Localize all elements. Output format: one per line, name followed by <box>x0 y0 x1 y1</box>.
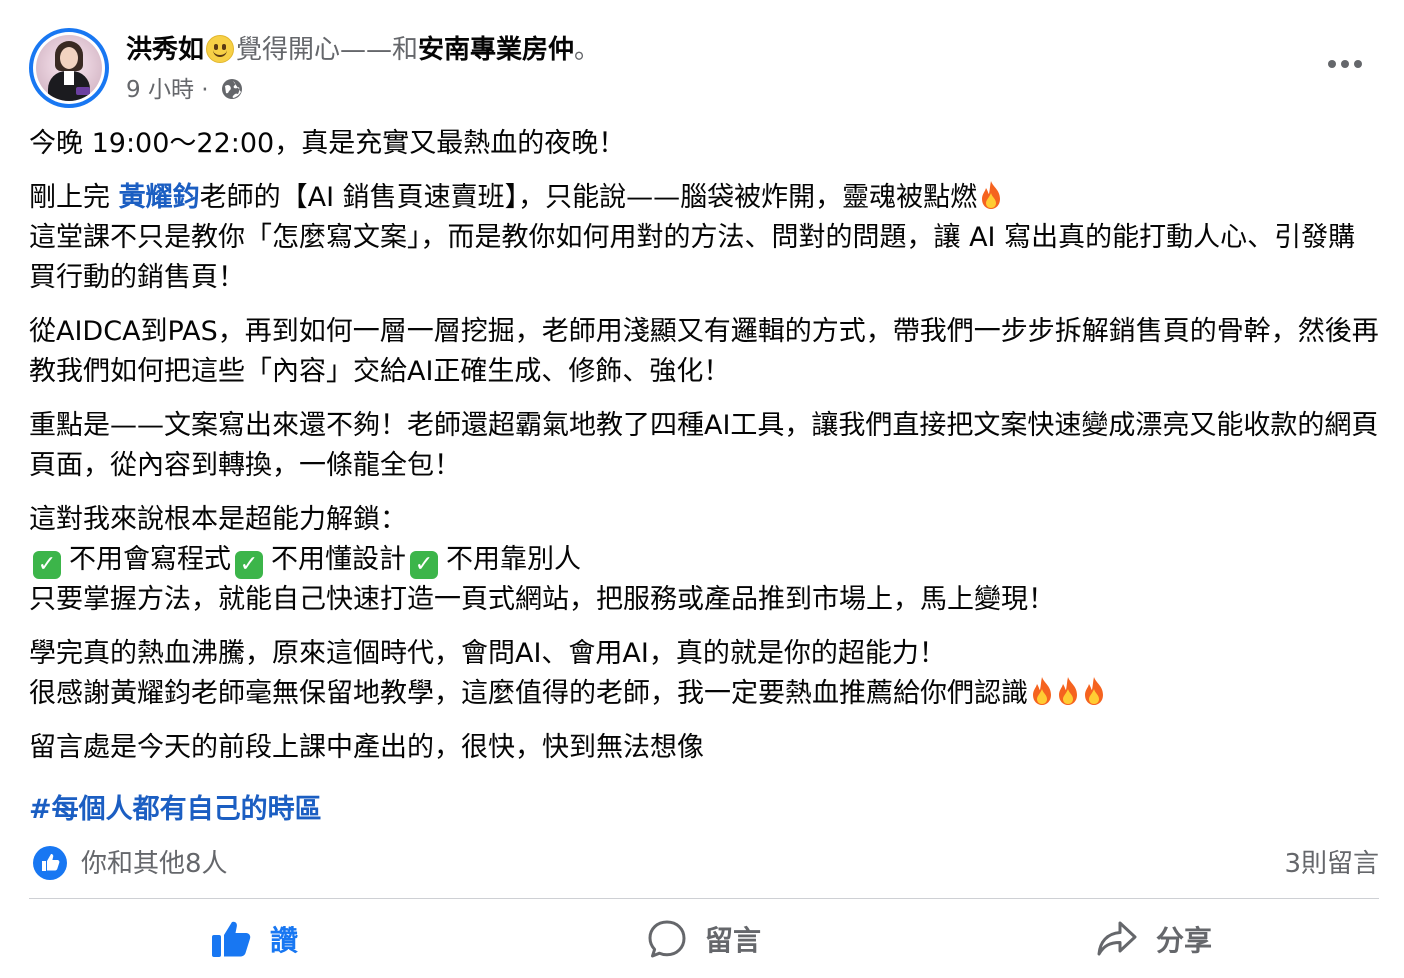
share-icon <box>1097 921 1137 956</box>
p5-line3: 只要掌握方法，就能自己快速打造一頁式網站，把服務或產品推到市場上，馬上變現！ <box>29 584 1055 615</box>
comment-count[interactable]: 3則留言 <box>1284 842 1379 886</box>
action-bar: 讚 留言 分享 <box>29 906 1379 972</box>
p2-text: 老師的【AI 銷售頁速賣班】，只能說——腦袋被炸開，靈魂被點燃 <box>199 182 978 213</box>
p2-prefix: 剛上完 <box>29 182 119 213</box>
share-button[interactable]: 分享 <box>929 906 1379 972</box>
feeling-text: 覺得開心——和 <box>236 35 419 65</box>
post-paragraph-2: 剛上完 黃耀鈞老師的【AI 銷售頁速賣班】，只能說——腦袋被炸開，靈魂被點燃這堂… <box>29 178 1379 298</box>
p5-line1: 這對我來說根本是超能力解鎖： <box>29 504 407 535</box>
like-label: 讚 <box>269 924 298 957</box>
facebook-post: 洪秀如 覺得開心——和安南專業房仲。 9 小時 · 今晚 19:00～22:00，… <box>0 0 1404 978</box>
p6-line1: 學完真的熱血沸騰，原來這個時代，會問AI、會用AI，真的就是你的超能力！ <box>29 638 946 669</box>
header-suffix: 。 <box>574 35 601 65</box>
fire-icon <box>1059 677 1077 705</box>
check-item-1: 不用會寫程式 <box>69 544 231 575</box>
share-label: 分享 <box>1155 924 1212 957</box>
post-paragraph-7: 留言處是今天的前段上課中產出的，很快，快到無法想像 <box>29 732 704 763</box>
check-item-2: 不用懂設計 <box>271 544 406 575</box>
avatar[interactable] <box>29 28 109 108</box>
post-header: 洪秀如 覺得開心——和安南專業房仲。 <box>126 30 600 70</box>
more-icon[interactable] <box>1322 52 1368 76</box>
post-body: 今晚 19:00～22:00，真是充實又最熱血的夜晚！ 剛上完 黃耀鈞老師的【A… <box>29 124 1379 782</box>
like-button[interactable]: 讚 <box>29 906 479 972</box>
fire-icon <box>1085 677 1103 705</box>
fire-icon <box>982 181 1001 209</box>
globe-icon <box>221 79 242 99</box>
tagged-page[interactable]: 安南專業房仲 <box>418 35 574 65</box>
smiley-icon <box>206 35 235 63</box>
divider <box>29 898 1379 899</box>
author-name[interactable]: 洪秀如 <box>126 35 204 65</box>
post-paragraph-6: 學完真的熱血沸騰，原來這個時代，會問AI、會用AI，真的就是你的超能力！ 很感謝黃… <box>29 634 1379 714</box>
avatar-photo <box>36 35 102 101</box>
fire-icon <box>1033 677 1051 705</box>
mention-link[interactable]: 黃耀鈞 <box>119 182 200 213</box>
like-reaction-icon[interactable] <box>33 846 67 880</box>
check-icon: ✓ <box>33 551 61 579</box>
meta-dot: · <box>201 77 209 103</box>
p6-line2: 很感謝黃耀鈞老師毫無保留地教學，這麼值得的老師，我一定要熱血推薦給你們認識 <box>29 678 1028 709</box>
post-paragraph-5: 這對我來說根本是超能力解鎖： ✓ 不用會寫程式 ✓ 不用懂設計 ✓ 不用靠別人 只要掌握方法，… <box>29 500 1379 620</box>
like-icon <box>211 921 251 957</box>
hashtag-link[interactable]: #每個人都有自己的時區 <box>29 790 322 830</box>
reaction-bar: 你和其他8人 3則留言 <box>29 842 1379 886</box>
check-item-3: 不用靠別人 <box>446 544 581 575</box>
reaction-count[interactable]: 你和其他8人 <box>81 842 228 886</box>
post-meta: 9 小時 · <box>126 74 244 106</box>
post-paragraph-1: 今晚 19:00～22:00，真是充實又最熱血的夜晚！ <box>29 128 626 159</box>
check-icon: ✓ <box>235 551 263 579</box>
post-paragraph-3: 從AIDCA到PAS，再到如何一層一層挖掘，老師用淺顯又有邏輯的方式，帶我們一步… <box>29 316 1379 387</box>
check-icon: ✓ <box>410 551 438 579</box>
comment-label: 留言 <box>704 924 761 957</box>
avatar-frame <box>33 32 105 104</box>
comment-button[interactable]: 留言 <box>479 906 929 972</box>
p2-line2: 這堂課不只是教你「怎麼寫文案」，而是教你如何用對的方法、問對的問題，讓 AI 寫… <box>29 222 1356 293</box>
post-paragraph-4: 重點是——文案寫出來還不夠！老師還超霸氣地教了四種AI工具，讓我們直接把文案快速… <box>29 410 1379 481</box>
timestamp[interactable]: 9 小時 <box>126 77 194 103</box>
comment-icon <box>648 920 686 958</box>
